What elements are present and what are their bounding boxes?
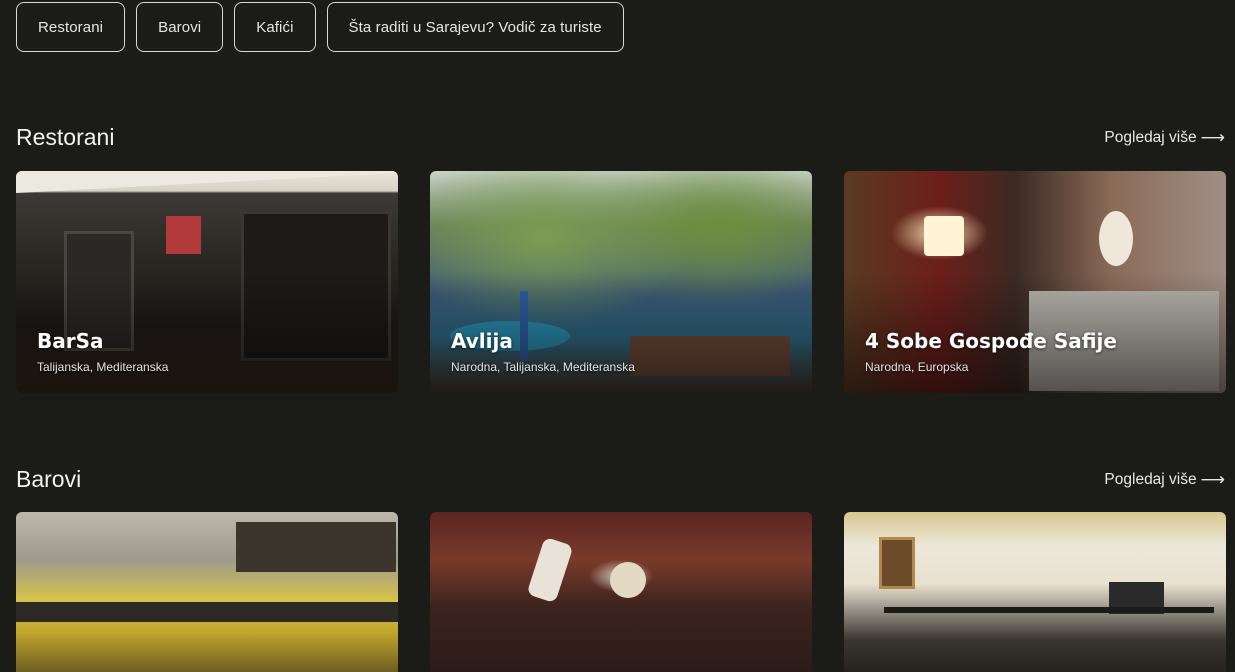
filter-chip-barovi[interactable]: Barovi <box>136 2 224 52</box>
restaurant-name: Avlija <box>451 329 513 353</box>
section-header-barovi: Barovi Pogledaj više ⟶ <box>16 466 1225 493</box>
section-header-restorani: Restorani Pogledaj više ⟶ <box>16 124 1225 151</box>
section-title: Restorani <box>16 124 115 150</box>
arrow-right-icon: ⟶ <box>1200 127 1225 147</box>
restaurant-card[interactable]: 4 Sobe Gospođe Safije Narodna, Europska <box>844 171 1226 393</box>
arrow-right-icon: ⟶ <box>1200 469 1225 489</box>
see-more-link[interactable]: Pogledaj više ⟶ <box>1104 470 1225 490</box>
restaurant-name: BarSa <box>37 329 104 353</box>
see-more-link[interactable]: Pogledaj više ⟶ <box>1104 128 1225 148</box>
restaurant-card[interactable]: BarSa Talijanska, Mediteranska <box>16 171 398 393</box>
restaurant-cuisines: Narodna, Talijanska, Mediteranska <box>451 360 635 374</box>
bar-card[interactable] <box>844 512 1226 672</box>
category-filter-bar: Restorani Barovi Kafići Šta raditi u Sar… <box>16 2 624 52</box>
restaurant-card[interactable]: Avlija Narodna, Talijanska, Mediteranska <box>430 171 812 393</box>
bar-card[interactable] <box>16 512 398 672</box>
bar-photo <box>430 512 812 672</box>
bar-photo <box>16 512 398 672</box>
filter-chip-restorani[interactable]: Restorani <box>16 2 126 52</box>
filter-chip-tourist-guide[interactable]: Šta raditi u Sarajevu? Vodič za turiste <box>326 2 624 52</box>
filter-chip-kafici[interactable]: Kafići <box>234 2 316 52</box>
restaurant-card-list: BarSa Talijanska, Mediteranska Avlija Na… <box>16 171 1226 393</box>
restaurant-cuisines: Narodna, Europska <box>865 360 969 374</box>
bar-card[interactable] <box>430 512 812 672</box>
see-more-label: Pogledaj više <box>1104 470 1197 488</box>
bar-photo <box>844 512 1226 672</box>
section-title: Barovi <box>16 466 82 492</box>
bar-card-list <box>16 512 1226 672</box>
restaurant-cuisines: Talijanska, Mediteranska <box>37 360 169 374</box>
see-more-label: Pogledaj više <box>1104 128 1197 146</box>
restaurant-name: 4 Sobe Gospođe Safije <box>865 329 1117 353</box>
